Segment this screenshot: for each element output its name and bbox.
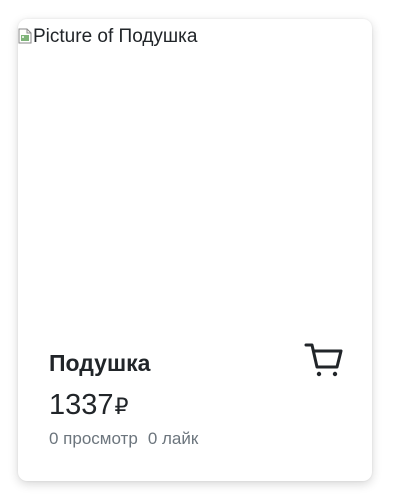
product-card[interactable]: Picture of Подушка Подушка 1337 ₽ 0 прос… [18,19,372,481]
image-alt-text: Picture of Подушка [33,26,198,47]
add-to-cart-button[interactable] [303,341,345,381]
shopping-cart-icon [304,343,343,377]
product-stats: 0 просмотр 0 лайк [49,429,198,449]
price-value: 1337 [49,389,114,421]
product-title[interactable]: Подушка [49,349,150,377]
currency-symbol: ₽ [114,394,129,419]
product-image[interactable]: Picture of Подушка [18,19,372,329]
broken-image-icon [18,28,32,44]
product-price: 1337 ₽ [49,389,129,423]
image-placeholder: Picture of Подушка [18,27,197,47]
likes-count: 0 лайк [147,429,199,448]
views-count: 0 просмотр [49,429,138,448]
